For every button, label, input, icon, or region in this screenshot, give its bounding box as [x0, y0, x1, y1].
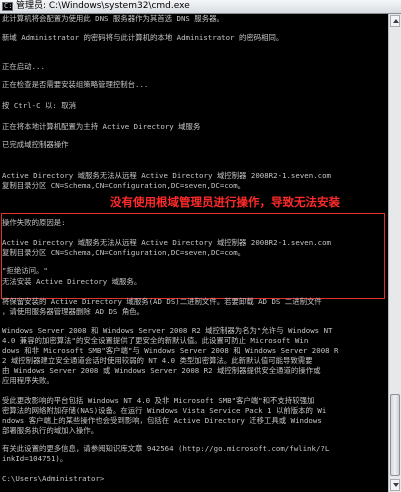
console-line: 正在启动...: [2, 62, 45, 71]
console-line: 操作失败的原因是:: [2, 218, 66, 227]
title-bar[interactable]: C:\ 管理员: C:\Windows\system32\cmd.exe: [0, 0, 401, 14]
console-line: ，请使用服务器管理器删除 AD DS 角色。: [2, 307, 145, 316]
error-annotation: 没有使用根域管理员进行操作，导致无法安装: [110, 195, 340, 209]
console-line: 受此更改影响的平台包括 Windows NT 4.0 及非 Microsoft …: [2, 396, 315, 405]
console-line: dows 和非 Microsoft SMB"客户端"与 Windows Serv…: [2, 346, 339, 355]
console-line: 部署服务执行的域加入操作。: [2, 426, 99, 435]
console-line: 2 域控制器建立安全通道会话时使用较弱的 NT 4.0 类型加密算法。此新默认值…: [2, 356, 313, 365]
console-line: 正在检查是否需要安装组策略管理控制台...: [2, 80, 149, 89]
cmd-icon[interactable]: C:\: [2, 2, 17, 11]
console-line: 按 Ctrl-C 以: 取消: [2, 101, 77, 110]
console-line: inkId=104751)。: [2, 454, 68, 463]
console-line: 密算法的网络附加存储(NAS)设备。在运行 Windows Vista Serv…: [2, 406, 327, 415]
console-line: 由 Windows Server 2008 或 Windows Server 2…: [2, 366, 321, 375]
console-line: Windows Server 2008 和 Windows Server 200…: [2, 326, 333, 335]
console-line: 正在将本地计算机配置为主持 Active Directory 域服务: [2, 122, 201, 131]
console-line: 4.0 兼容的加密算法"的安全设置提供了更安全的新默认值。此设置可防止 Micr…: [2, 336, 309, 345]
console-line: 已完成域控制器操作: [2, 140, 69, 149]
cmd-window: C:\ 管理员: C:\Windows\system32\cmd.exe 此计算…: [0, 0, 401, 492]
console-line: "拒绝访问。": [2, 266, 48, 275]
console-line: 此计算机将会配置为使用此 DNS 服务器作为其首选 DNS 服务器。: [2, 14, 224, 23]
window-title: 管理员: C:\Windows\system32\cmd.exe: [16, 1, 190, 11]
console-output[interactable]: 此计算机将会配置为使用此 DNS 服务器作为其首选 DNS 服务器。 新域 Ad…: [0, 14, 388, 492]
console-line: 复制目录分区 CN=Schema,CN=Configuration,DC=sev…: [2, 181, 246, 190]
console-line: 无法安装 Active Directory 域服务。: [2, 277, 142, 286]
scroll-thumb[interactable]: [390, 394, 400, 476]
console-line: Active Directory 域服务无法从远程 Active Directo…: [2, 238, 331, 247]
command-prompt[interactable]: C:\Users\Administrator>: [2, 474, 104, 484]
vertical-scrollbar[interactable]: [388, 14, 401, 492]
scroll-up-arrow-icon[interactable]: [390, 15, 400, 27]
console-line: 新域 Administrator 的密码将与此计算机的本地 Administra…: [2, 33, 284, 42]
console-line: 应用程序失败。: [2, 376, 54, 385]
console-line: 将保留安装的 Active Directory 域服务(AD DS)二进制文件。…: [2, 297, 322, 306]
console-line: 有关此设置的更多信息，请参阅知识库文章 942564 (http://go.mi…: [2, 444, 330, 453]
scroll-down-arrow-icon[interactable]: [390, 479, 400, 491]
cmd-icon-label: C:\: [4, 2, 17, 10]
console-line: 复制目录分区 CN=Schema,CN=Configuration,DC=sev…: [2, 248, 246, 257]
console-line: ndows 客户端上的某些操作也会受到影响，包括在 Active Directo…: [2, 416, 322, 425]
console-line: Active Directory 域服务无法从远程 Active Directo…: [2, 171, 331, 180]
